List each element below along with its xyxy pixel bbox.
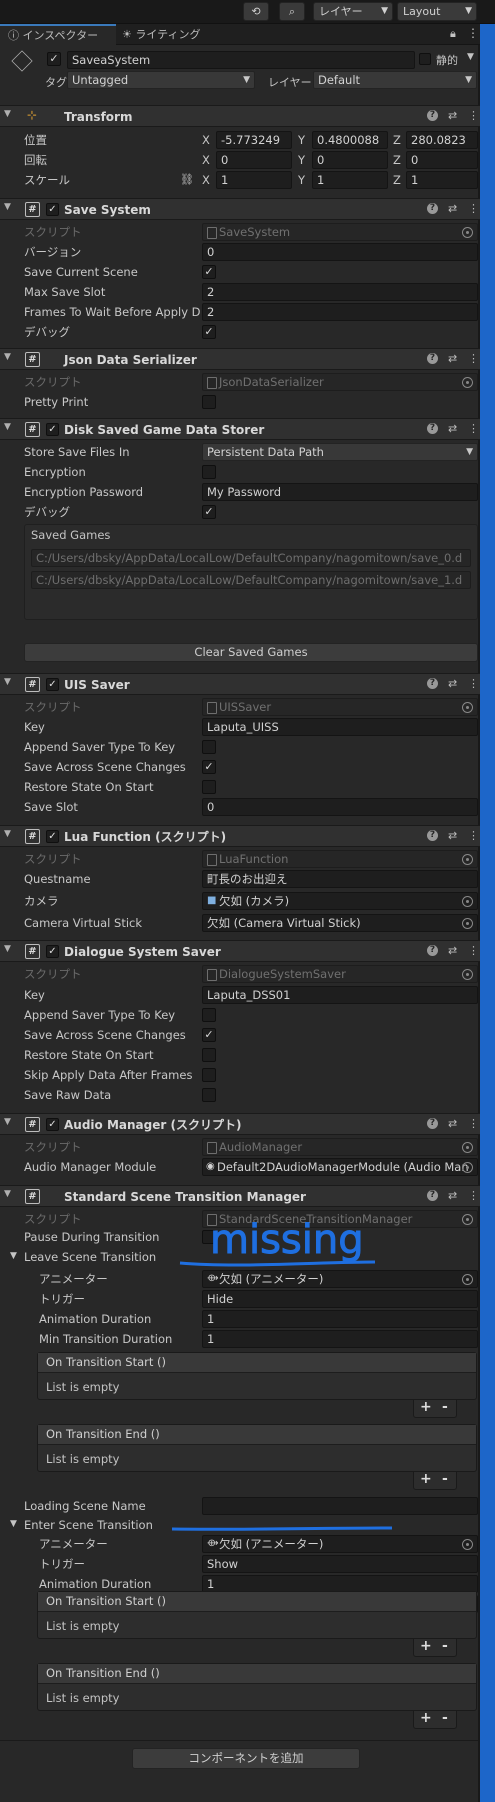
underline-stroke (171, 1526, 393, 1531)
missing-annotation: missing (171, 1217, 393, 1531)
missing-annotation-text: missing (210, 1217, 364, 1263)
